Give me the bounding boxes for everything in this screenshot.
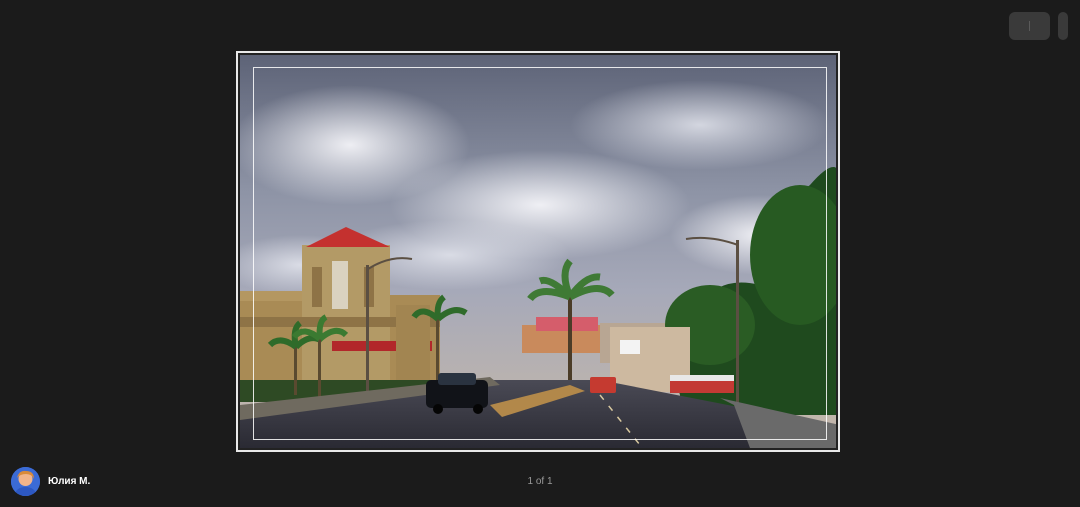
more-options-button[interactable]	[1058, 12, 1068, 40]
photo-illustration	[240, 55, 836, 448]
top-controls	[1009, 12, 1068, 40]
divider-icon	[1029, 21, 1030, 31]
street-photo	[240, 55, 836, 448]
photo-viewer: Юлия М. 1 of 1	[0, 0, 1080, 507]
photo-counter: 1 of 1	[527, 476, 553, 487]
photo-frame[interactable]	[236, 51, 840, 452]
viewer-action-button[interactable]	[1009, 12, 1050, 40]
